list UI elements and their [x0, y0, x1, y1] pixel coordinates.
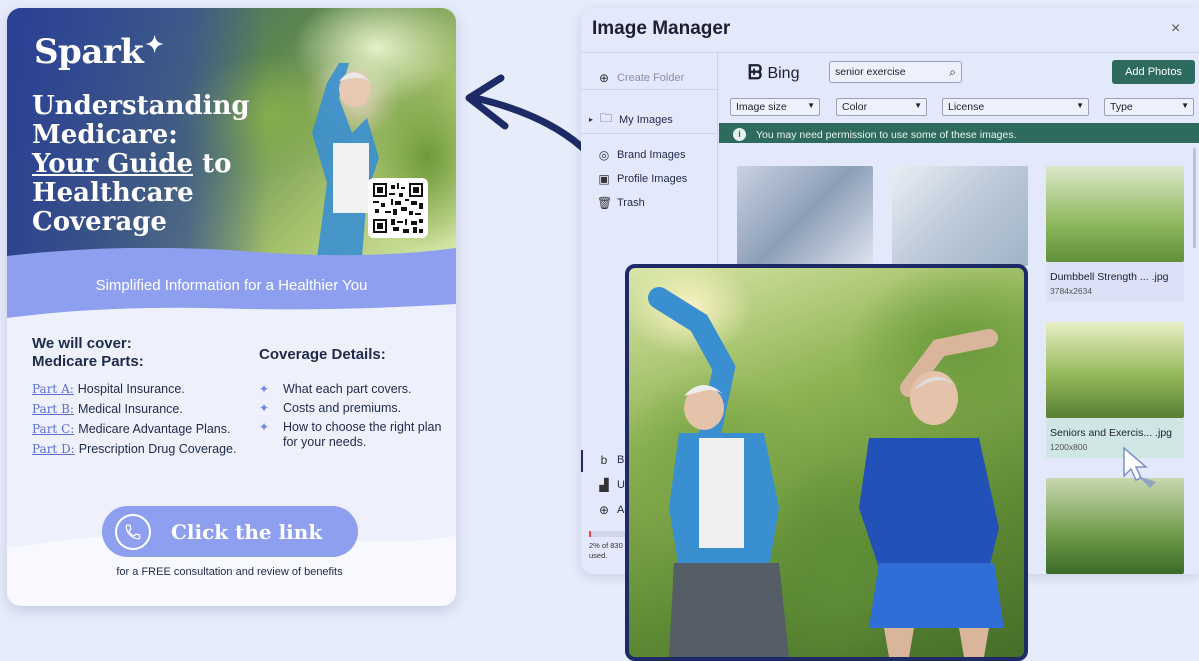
bing-provider-label: ᗸ Bing: [748, 62, 800, 84]
image-thumbnail[interactable]: [1046, 478, 1184, 574]
bing-icon: ᗸ: [748, 62, 763, 84]
folder-icon: 🗀: [600, 111, 613, 125]
image-filename: Dumbbell Strength ... .jpg: [1050, 271, 1169, 283]
plus-circle-icon: ⊕: [598, 71, 610, 85]
image-thumbnail[interactable]: [737, 166, 873, 266]
sidebar-item-trash[interactable]: 🗑 Trash: [597, 196, 645, 210]
chevron-down-icon: ▼: [914, 101, 922, 110]
unsplash-icon: ▟: [599, 478, 609, 492]
flyer-title: Understanding Medicare: Your Guide to He…: [32, 91, 250, 237]
chevron-right-icon: ▸: [589, 115, 594, 124]
sidebar-item-profile-images[interactable]: ▣ Profile Images: [597, 172, 687, 186]
palette-icon: ◎: [598, 148, 610, 162]
trash-icon: 🗑: [597, 196, 613, 210]
list-item: ✦ Costs and premiums.: [259, 401, 402, 415]
info-icon: i: [733, 128, 746, 141]
profile-icon: ▣: [598, 172, 610, 186]
qr-code-icon[interactable]: [368, 178, 428, 238]
image-thumbnail: [1046, 166, 1184, 262]
list-item: ✦ What each part covers.: [259, 382, 412, 396]
sidebar-item-bing[interactable]: b Bi: [597, 453, 627, 467]
plus-circle-icon: ⊕: [598, 503, 610, 517]
scrollbar[interactable]: [1193, 148, 1196, 248]
sparkle-icon: ✦: [259, 401, 270, 415]
dialog-title: Image Manager: [592, 18, 731, 39]
bing-icon: b: [600, 453, 608, 467]
sidebar-divider: [581, 89, 718, 90]
sparkle-icon: ✦: [259, 382, 270, 396]
search-input[interactable]: senior exercise ⌕: [829, 61, 962, 83]
image-thumbnail: [1046, 322, 1184, 418]
license-filter[interactable]: License ▼: [942, 98, 1089, 116]
flyer-tagline: Simplified Information for a Healthier Y…: [95, 277, 368, 294]
color-filter[interactable]: Color ▼: [836, 98, 927, 116]
close-icon[interactable]: ×: [1171, 20, 1180, 38]
sparkle-icon: ✦: [145, 32, 164, 58]
cta-label: Click the link: [171, 519, 323, 544]
coverage-details-heading: Coverage Details:: [259, 346, 386, 363]
chevron-down-icon: ▼: [807, 101, 815, 110]
cta-subtext: for a FREE consultation and review of be…: [116, 566, 343, 578]
create-folder-button[interactable]: ⊕ Create Folder: [597, 71, 684, 85]
sparkle-icon: ✦: [259, 420, 270, 434]
image-thumbnail[interactable]: [892, 166, 1028, 266]
drag-cursor-icon: [1123, 446, 1156, 488]
coverage-details-list: ✦ What each part covers. ✦ Costs and premi…: [259, 382, 444, 454]
image-dimensions: 1200x800: [1050, 442, 1088, 452]
image-size-filter[interactable]: Image size ▼: [730, 98, 820, 116]
permission-notice: i You may need permission to use some of …: [719, 123, 1199, 143]
your-guide-link[interactable]: Your Guide: [32, 149, 193, 179]
phone-icon: [115, 513, 151, 550]
chevron-down-icon: ▼: [1076, 101, 1084, 110]
list-item: Part B: Medical Insurance.: [32, 402, 183, 416]
image-filename: Seniors and Exercis... .jpg: [1050, 427, 1172, 439]
sidebar-item-brand-images[interactable]: ◎ Brand Images: [597, 148, 686, 162]
list-item: Part C: Medicare Advantage Plans.: [32, 422, 231, 436]
filter-bar: Image size ▼ Color ▼ License ▼ Type ▼: [730, 98, 1195, 116]
search-icon[interactable]: ⌕: [949, 65, 956, 80]
selected-image-preview: [625, 264, 1028, 661]
type-filter[interactable]: Type ▼: [1104, 98, 1194, 116]
image-card-selected[interactable]: Seniors and Exercis... .jpg 1200x800: [1046, 322, 1184, 458]
click-the-link-button[interactable]: Click the link: [102, 506, 358, 557]
list-item: Part D: Prescription Drug Coverage.: [32, 442, 237, 456]
chevron-down-icon: ▼: [1181, 101, 1189, 110]
active-indicator: [581, 450, 583, 472]
medicare-parts-list: Part A: Hospital Insurance. Part B: Medica…: [32, 382, 257, 462]
image-card[interactable]: Dumbbell Strength ... .jpg 3784x2634: [1046, 166, 1184, 302]
spark-logo: Spark✦: [34, 32, 164, 72]
image-dimensions: 3784x2634: [1050, 286, 1093, 296]
list-item: Part A: Hospital Insurance.: [32, 382, 185, 396]
add-photos-button[interactable]: Add Photos: [1112, 60, 1195, 84]
seniors-exercising-illustration: [648, 287, 1004, 657]
medicare-parts-heading: We will cover: Medicare Parts:: [32, 335, 144, 370]
storage-progress-bar: [589, 531, 629, 537]
medicare-flyer: Spark✦ Understanding Medicare: Your Guid…: [7, 8, 456, 606]
list-item: ✦ How to choose the right plan for your n…: [259, 420, 442, 449]
sidebar-divider: [581, 133, 718, 134]
sidebar-item-my-images[interactable]: ▸ 🗀 My Images: [589, 109, 673, 130]
